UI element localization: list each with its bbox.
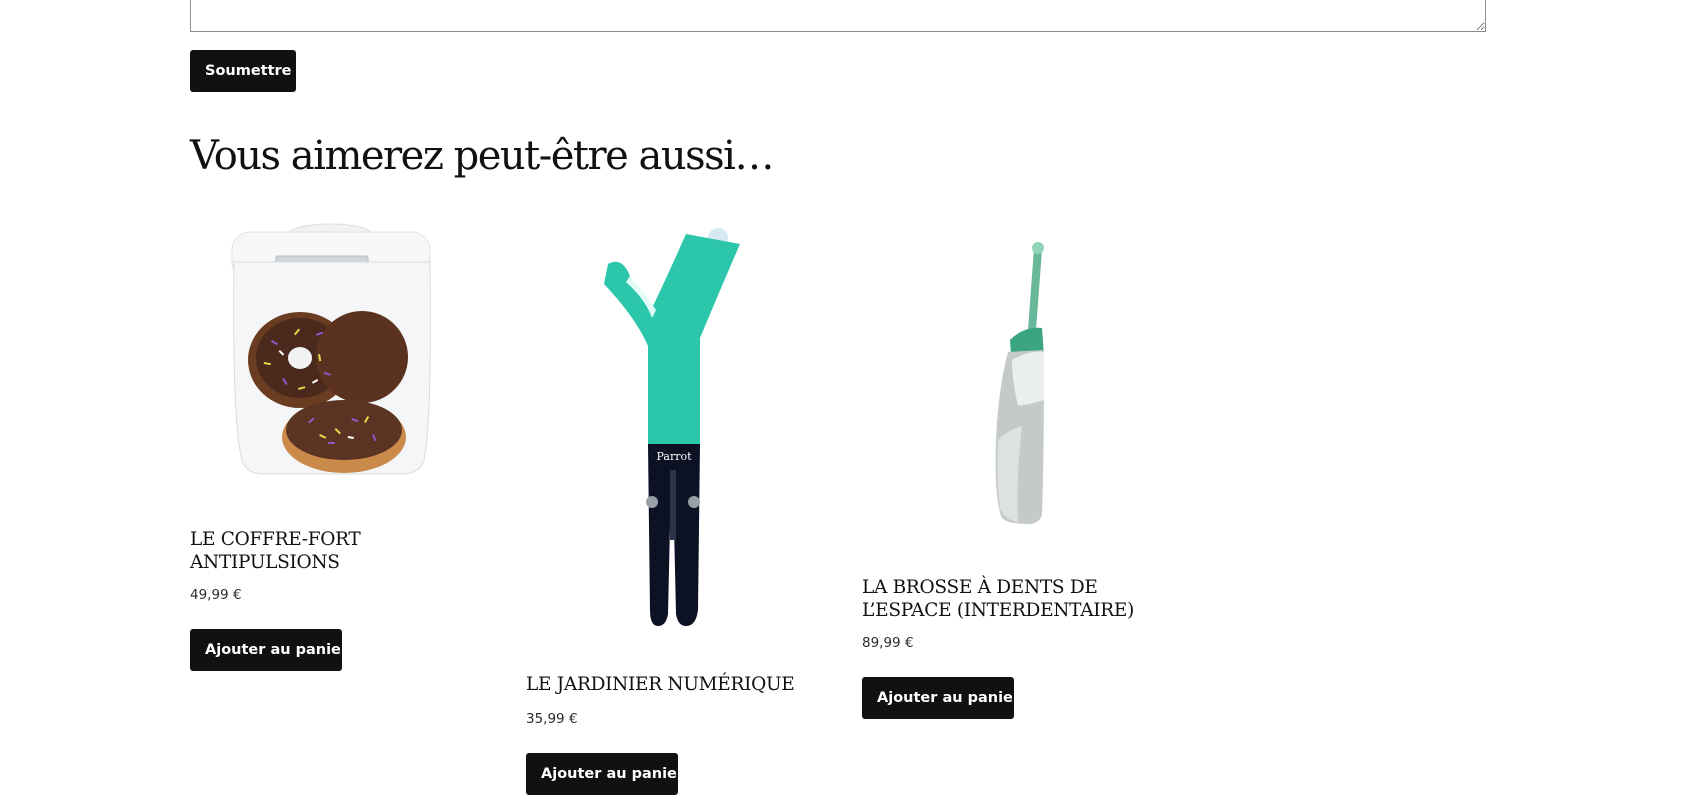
parrot-logo: Parrot (656, 450, 692, 463)
related-products-title: Vous aimerez peut-être aussi… (190, 133, 774, 179)
add-to-cart-button[interactable]: Ajouter au panier (862, 677, 1020, 719)
review-textarea[interactable] (190, 0, 1486, 32)
product-image-sensor[interactable]: Parrot (596, 226, 756, 630)
product-name[interactable]: LE JARDINIER NUMÉRIQUE (526, 673, 826, 696)
add-to-cart-button[interactable]: Ajouter au panier (526, 753, 684, 795)
product-price: 35,99 € (526, 711, 578, 727)
product-price: 49,99 € (190, 587, 242, 603)
product-price: 89,99 € (862, 635, 914, 651)
product-image-jar[interactable] (224, 222, 438, 480)
product-image-flosser[interactable] (968, 240, 1068, 525)
product-name[interactable]: LE COFFRE-FORT ANTIPULSIONS (190, 528, 460, 574)
submit-button[interactable]: Soumettre (190, 50, 296, 92)
add-to-cart-button[interactable]: Ajouter au panier (190, 629, 348, 671)
product-name[interactable]: LA BROSSE À DENTS DE L’ESPACE (INTERDENT… (862, 576, 1152, 622)
